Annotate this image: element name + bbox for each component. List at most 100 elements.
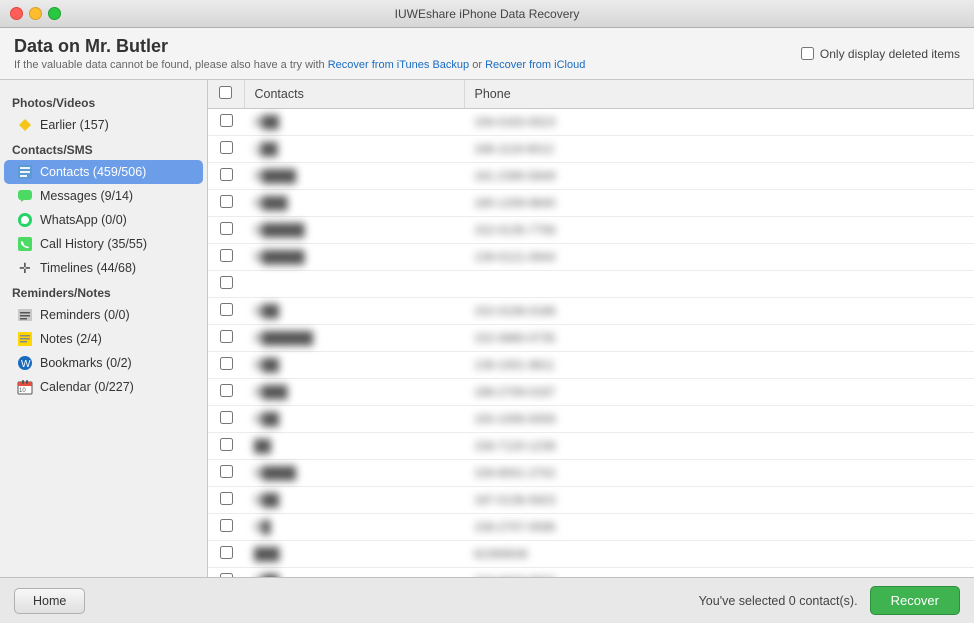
minimize-button[interactable] (29, 7, 42, 20)
sidebar-item-label-messages: Messages (9/14) (40, 189, 133, 203)
contacts-table: Contacts Phone B██156-0163-5523L██188-11… (208, 80, 974, 577)
contact-phone-cell: 150-1006-5059 (464, 406, 974, 433)
table-row: B██████152-0880-0735 (208, 325, 974, 352)
main-container: Data on Mr. Butler If the valuable data … (0, 28, 974, 623)
subtitle-or: or (472, 59, 485, 71)
contact-phone-cell: 187-0136-5923 (464, 487, 974, 514)
row-checkbox[interactable] (220, 411, 233, 424)
row-checkbox-cell (208, 136, 244, 163)
contact-phone-cell: 153-0023-8632 (464, 568, 974, 578)
contact-name-cell: B██ (244, 352, 464, 379)
contacts-icon (16, 163, 34, 181)
contact-name-cell: B███ (244, 190, 464, 217)
recover-button[interactable]: Recover (870, 586, 960, 615)
row-checkbox[interactable] (220, 168, 233, 181)
sidebar-item-earlier[interactable]: Earlier (157) (4, 113, 203, 137)
table-row (208, 271, 974, 298)
contact-phone-cell: 152-0135-7758 (464, 217, 974, 244)
itunes-backup-link[interactable]: Recover from iTunes Backup (328, 59, 469, 71)
row-checkbox[interactable] (220, 573, 233, 577)
table-row: B█████139-0121-0944 (208, 244, 974, 271)
row-checkbox[interactable] (220, 141, 233, 154)
table-row: ██158-7120-1238 (208, 433, 974, 460)
only-deleted-checkbox[interactable] (801, 47, 814, 60)
row-checkbox[interactable] (220, 249, 233, 262)
table-row: B██156-0163-5523 (208, 109, 974, 136)
sidebar-item-label-callhistory: Call History (35/55) (40, 237, 147, 251)
contact-name-cell: B██ (244, 298, 464, 325)
footer-right: You've selected 0 contact(s). Recover (699, 586, 960, 615)
row-checkbox-cell (208, 217, 244, 244)
contact-name-cell: B███ (244, 379, 464, 406)
sidebar-item-notes[interactable]: Notes (2/4) (4, 327, 203, 351)
notes-icon (16, 330, 34, 348)
table-row: L██188-1119-9012 (208, 136, 974, 163)
row-checkbox[interactable] (220, 546, 233, 559)
sidebar-item-label-whatsapp: WhatsApp (0/0) (40, 213, 127, 227)
row-checkbox[interactable] (220, 492, 233, 505)
timelines-icon: ✛ (16, 259, 34, 277)
contact-name-cell (244, 271, 464, 298)
window-controls[interactable] (10, 7, 61, 20)
row-checkbox-cell (208, 163, 244, 190)
header-left: Data on Mr. Butler If the valuable data … (14, 36, 585, 71)
sidebar-item-whatsapp[interactable]: WhatsApp (0/0) (4, 208, 203, 232)
row-checkbox[interactable] (220, 384, 233, 397)
contact-name-cell: B█████ (244, 244, 464, 271)
sidebar-item-calendar[interactable]: 10 Calendar (0/227) (4, 375, 203, 399)
sidebar-item-contacts[interactable]: Contacts (459/506) (4, 160, 203, 184)
table-row: B█158-2707-0596 (208, 514, 974, 541)
table-row: ███62369508 (208, 541, 974, 568)
contact-name-cell: B████ (244, 460, 464, 487)
row-checkbox-cell (208, 568, 244, 578)
table-row: B████159-8001-2702 (208, 460, 974, 487)
row-checkbox-cell (208, 190, 244, 217)
row-checkbox[interactable] (220, 222, 233, 235)
sidebar-item-reminders[interactable]: Reminders (0/0) (4, 303, 203, 327)
window-title: IUWEshare iPhone Data Recovery (395, 7, 580, 21)
messages-icon (16, 187, 34, 205)
row-checkbox[interactable] (220, 114, 233, 127)
home-button[interactable]: Home (14, 588, 85, 614)
row-checkbox[interactable] (220, 519, 233, 532)
sidebar-section-label: Reminders/Notes (0, 280, 207, 303)
sidebar-item-callhistory[interactable]: Call History (35/55) (4, 232, 203, 256)
sidebar-item-label-timelines: Timelines (44/68) (40, 261, 136, 275)
contact-name-cell: B█████ (244, 217, 464, 244)
icloud-link[interactable]: Recover from iCloud (485, 59, 585, 71)
page-title: Data on Mr. Butler (14, 36, 585, 57)
sidebar-section-label: Contacts/SMS (0, 137, 207, 160)
sidebar-item-messages[interactable]: Messages (9/14) (4, 184, 203, 208)
close-button[interactable] (10, 7, 23, 20)
row-checkbox[interactable] (220, 276, 233, 289)
row-checkbox[interactable] (220, 357, 233, 370)
earlier-icon (16, 116, 34, 134)
subtitle-prefix: If the valuable data cannot be found, pl… (14, 59, 325, 71)
row-checkbox-cell (208, 109, 244, 136)
table-row: B███180-1209-9840 (208, 190, 974, 217)
only-deleted-label: Only display deleted items (820, 47, 960, 61)
contact-phone-cell: 139-1001-9811 (464, 352, 974, 379)
sidebar-item-label-bookmarks: Bookmarks (0/2) (40, 356, 132, 370)
calendar-icon: 10 (16, 378, 34, 396)
row-checkbox[interactable] (220, 330, 233, 343)
contact-phone-cell: 62369508 (464, 541, 974, 568)
contact-phone-cell (464, 271, 974, 298)
table-scroll[interactable]: Contacts Phone B██156-0163-5523L██188-11… (208, 80, 974, 577)
table-row: B███188-2709-0187 (208, 379, 974, 406)
select-all-checkbox[interactable] (219, 86, 232, 99)
maximize-button[interactable] (48, 7, 61, 20)
contact-name-cell: B██ (244, 109, 464, 136)
row-checkbox[interactable] (220, 438, 233, 451)
sidebar-item-bookmarks[interactable]: WBookmarks (0/2) (4, 351, 203, 375)
row-checkbox[interactable] (220, 303, 233, 316)
sidebar-item-timelines[interactable]: ✛ Timelines (44/68) (4, 256, 203, 280)
contact-phone-cell: 188-1119-9012 (464, 136, 974, 163)
sidebar-item-label-contacts: Contacts (459/506) (40, 165, 146, 179)
row-checkbox-cell (208, 406, 244, 433)
status-text: You've selected 0 contact(s). (699, 594, 858, 608)
sidebar-item-label-calendar: Calendar (0/227) (40, 380, 134, 394)
row-checkbox[interactable] (220, 195, 233, 208)
contact-name-cell: ███ (244, 541, 464, 568)
row-checkbox[interactable] (220, 465, 233, 478)
